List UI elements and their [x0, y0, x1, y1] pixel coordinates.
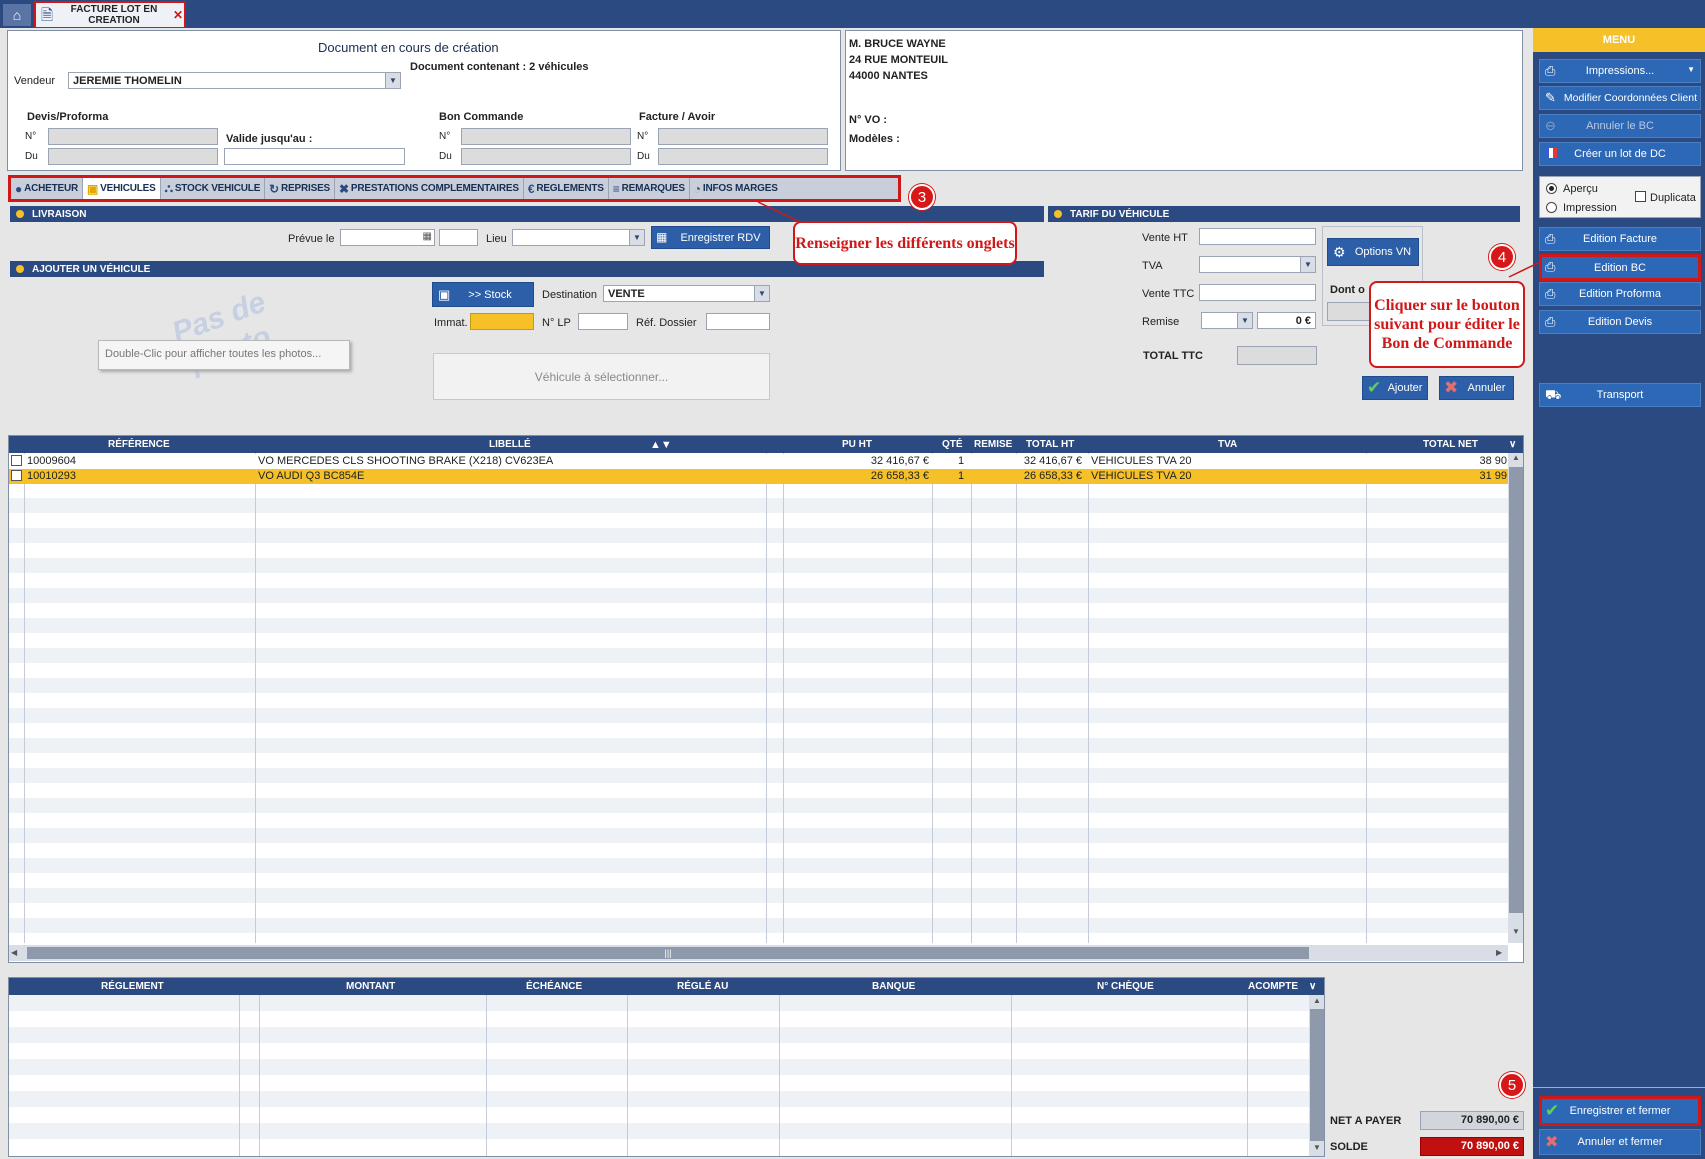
- step-5-badge: 5: [1499, 1072, 1525, 1098]
- callout-edition-bc: Cliquer sur le bouton suivant pour édite…: [1369, 281, 1525, 368]
- callout-onglets: Renseigner les différents onglets: [793, 221, 1017, 265]
- step-4-badge: 4: [1489, 244, 1515, 270]
- step-3-badge: 3: [909, 184, 935, 210]
- annotation-arrows: [757, 201, 1541, 278]
